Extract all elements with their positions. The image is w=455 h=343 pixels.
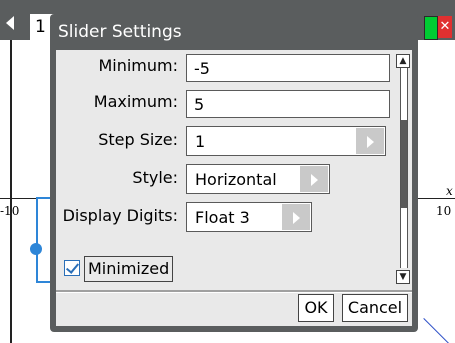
step-size-arrow-icon[interactable]: [355, 128, 384, 154]
graph-line: [423, 318, 453, 343]
cancel-button[interactable]: Cancel: [342, 294, 408, 322]
scroll-thumb[interactable]: [401, 120, 407, 208]
close-icon[interactable]: ✕: [438, 16, 452, 38]
style-value: Horizontal: [195, 170, 277, 189]
display-digits-value: Float 3: [195, 208, 250, 227]
style-dropdown-arrow-icon[interactable]: [299, 166, 328, 192]
step-size-value: 1: [195, 132, 206, 151]
display-digits-dropdown[interactable]: Float 3: [186, 202, 312, 232]
step-size-input[interactable]: 1: [186, 126, 386, 156]
display-digits-arrow-icon[interactable]: [281, 204, 310, 230]
minimized-label[interactable]: Minimized: [84, 256, 174, 282]
maximum-input[interactable]: 5: [186, 90, 390, 118]
previous-page-icon[interactable]: [6, 16, 14, 30]
dialog-body: Minimum: -5 Maximum: 5 Step Size: 1 Styl…: [56, 50, 412, 326]
minimum-input[interactable]: -5: [186, 54, 390, 82]
style-label: Style:: [132, 168, 178, 187]
style-dropdown[interactable]: Horizontal: [186, 164, 330, 194]
x-axis-max-label: 10: [436, 204, 452, 218]
x-axis-name: x: [446, 184, 453, 198]
minimized-checkbox[interactable]: [64, 260, 80, 276]
scroll-down-icon[interactable]: ▼: [396, 270, 410, 284]
display-digits-label: Display Digits:: [62, 206, 178, 225]
dialog-scrollbar[interactable]: ▲ ▼: [396, 54, 410, 284]
dialog-title: Slider Settings: [58, 22, 182, 42]
scroll-up-icon[interactable]: ▲: [396, 54, 410, 68]
document-tray-icon[interactable]: [424, 16, 438, 40]
x-axis-min-label: -10: [0, 204, 20, 218]
graph-left-edge: [10, 40, 12, 343]
maximum-label: Maximum:: [93, 92, 178, 111]
dialog-divider: [56, 290, 412, 293]
step-size-label: Step Size:: [98, 130, 178, 149]
slider-settings-dialog: Slider Settings Minimum: -5 Maximum: 5 S…: [50, 14, 418, 332]
minimum-label: Minimum:: [98, 56, 178, 75]
scroll-track[interactable]: [400, 68, 408, 268]
ok-button[interactable]: OK: [298, 294, 334, 322]
slider-handle[interactable]: [30, 243, 42, 255]
graph-page: 1 ✕ -10 10 x Slider Settings Minimum: -5…: [0, 0, 455, 343]
